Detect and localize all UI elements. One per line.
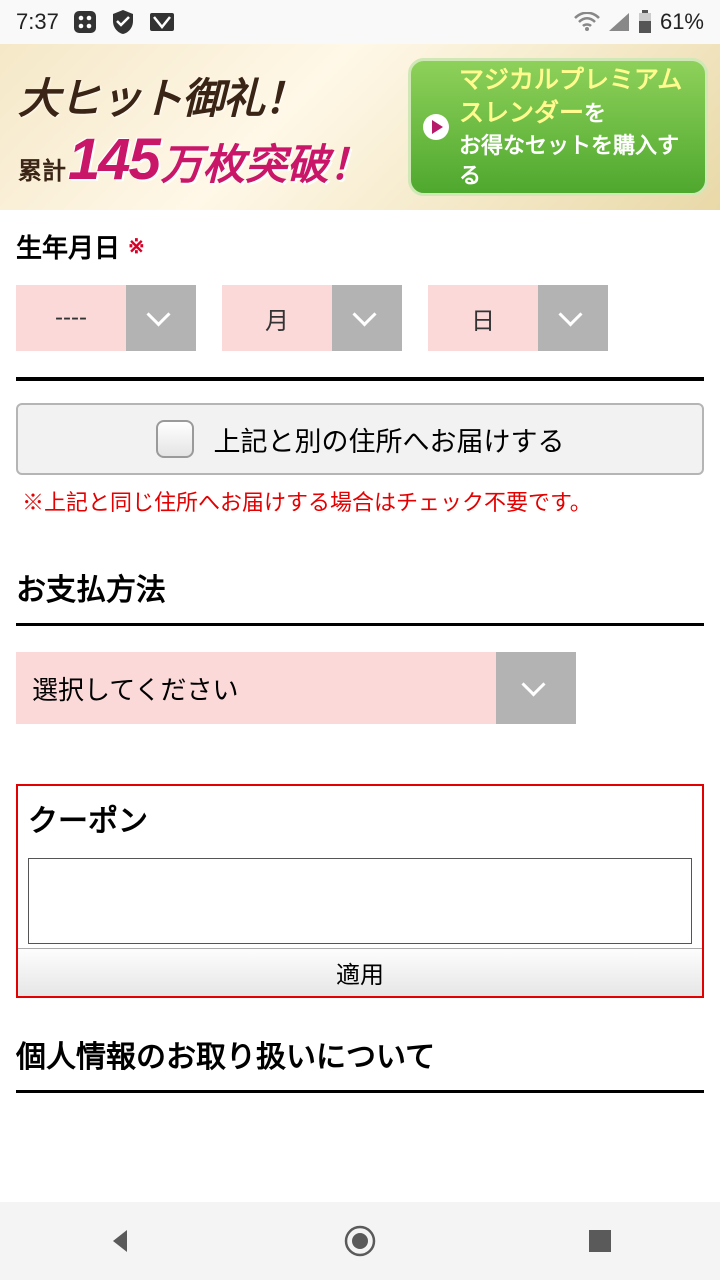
chevron-down-icon <box>126 285 196 351</box>
play-icon <box>423 114 449 140</box>
alt-address-row[interactable]: 上記と別の住所へお届けする <box>16 403 704 475</box>
badge-icon <box>149 10 175 34</box>
banner-cta-button[interactable]: マジカルプレミアム スレンダーを お得なセットを購入する <box>408 58 708 196</box>
promo-banner: 大ヒット御礼！ 累計 145 万枚突破！ マジカルプレミアム スレンダーを お得… <box>0 44 720 210</box>
dob-day-select[interactable]: 日 <box>428 285 608 351</box>
payment-method-select[interactable]: 選択してください <box>16 652 576 724</box>
chevron-down-icon <box>538 285 608 351</box>
nav-home-button[interactable] <box>340 1221 380 1261</box>
divider <box>16 623 704 626</box>
status-bar: 7:37 61% <box>0 0 720 44</box>
divider <box>16 377 704 381</box>
banner-subline: 累計 145 万枚突破！ <box>18 126 400 193</box>
nav-back-button[interactable] <box>100 1221 140 1261</box>
battery-icon <box>638 10 652 34</box>
coupon-apply-button[interactable]: 適用 <box>18 948 702 996</box>
dob-label: 生年月日 ※ <box>16 228 704 265</box>
dob-month-select[interactable]: 月 <box>222 285 402 351</box>
alt-address-label: 上記と別の住所へお届けする <box>214 420 565 459</box>
status-battery-pct: 61% <box>660 9 704 35</box>
system-nav-bar <box>0 1202 720 1280</box>
dob-year-select[interactable]: ---- <box>16 285 196 351</box>
coupon-title: クーポン <box>18 786 702 858</box>
shield-icon <box>111 9 135 35</box>
status-time: 7:37 <box>16 9 59 35</box>
apps-icon <box>73 10 97 34</box>
chevron-down-icon <box>496 652 576 724</box>
coupon-section: クーポン 適用 <box>16 784 704 998</box>
nav-recent-button[interactable] <box>580 1221 620 1261</box>
required-mark: ※ <box>128 234 145 259</box>
signal-icon <box>608 12 630 32</box>
privacy-title: 個人情報のお取り扱いについて <box>16 1032 704 1076</box>
alt-address-checkbox[interactable] <box>156 420 194 458</box>
divider <box>16 1090 704 1093</box>
chevron-down-icon <box>332 285 402 351</box>
wifi-icon <box>574 12 600 32</box>
alt-address-note: ※上記と同じ住所へお届けする場合はチェック不要です。 <box>22 485 704 517</box>
coupon-input[interactable] <box>28 858 692 944</box>
banner-headline: 大ヒット御礼！ <box>18 65 400 126</box>
payment-title: お支払方法 <box>16 565 704 609</box>
